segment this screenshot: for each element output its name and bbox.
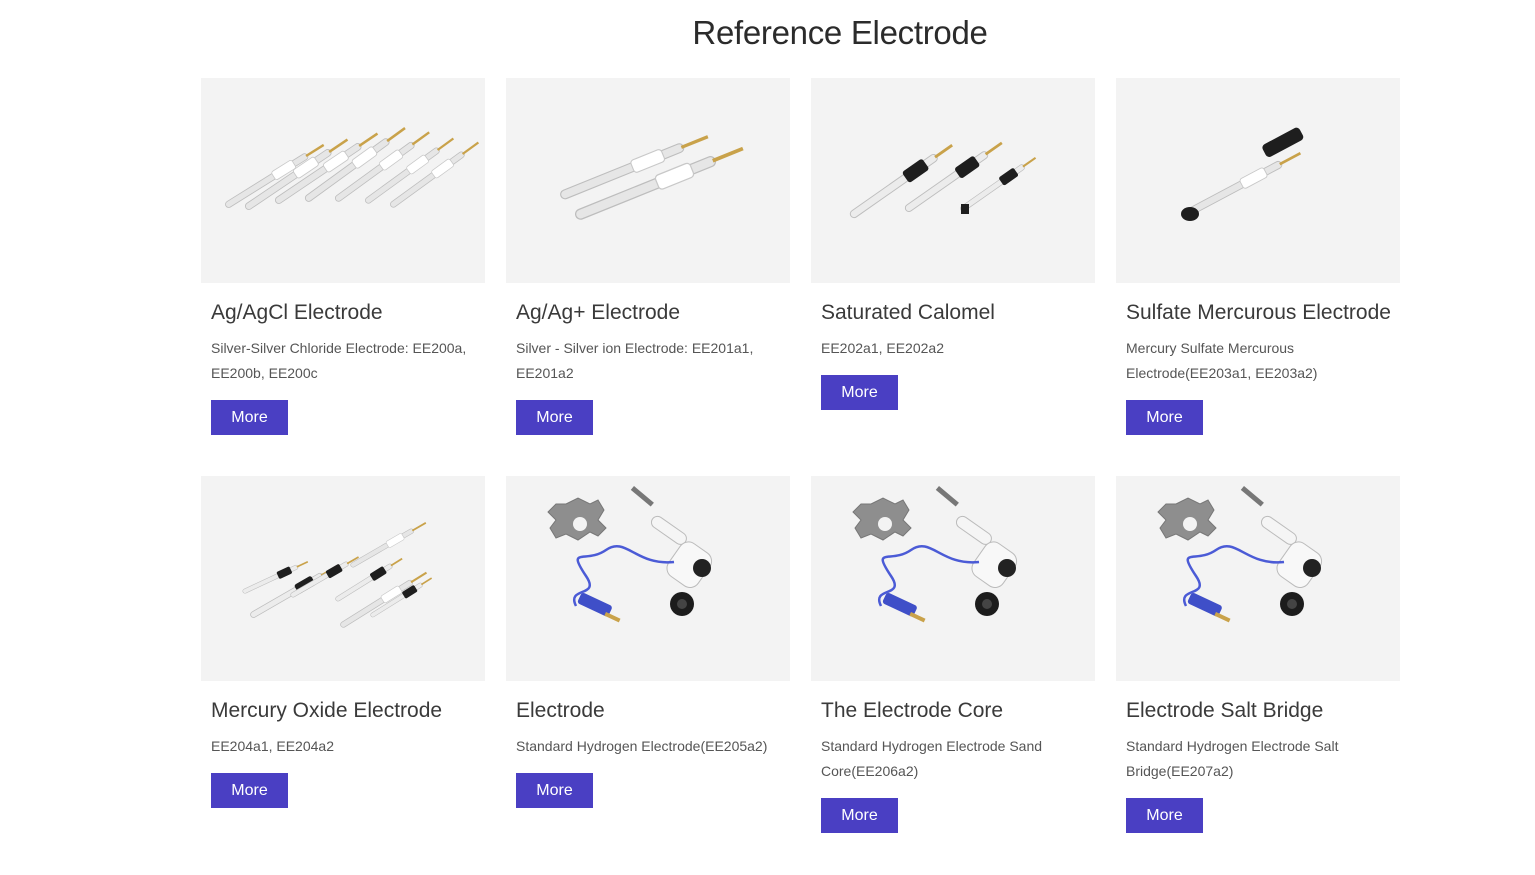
product-image[interactable] [811, 78, 1095, 283]
product-title: Electrode Salt Bridge [1126, 699, 1324, 722]
product-description: EE202a1, EE202a2 [821, 340, 944, 356]
product-description: Mercury Sulfate Mercurous Electrode(EE20… [1126, 340, 1318, 381]
more-button[interactable]: More [821, 798, 898, 833]
product-image[interactable] [506, 476, 790, 681]
more-button[interactable]: More [516, 400, 593, 435]
product-title: Ag/Ag+ Electrode [516, 301, 681, 324]
product-image[interactable] [811, 476, 1095, 681]
more-button[interactable]: More [1126, 400, 1203, 435]
product-image[interactable] [1116, 78, 1400, 283]
product-card-electrode-core: The Electrode Core Standard Hydrogen Ele… [811, 476, 1095, 833]
product-description: Standard Hydrogen Electrode Salt Bridge(… [1126, 738, 1339, 779]
product-description: Standard Hydrogen Electrode(EE205a2) [516, 738, 768, 754]
product-title: Saturated Calomel [821, 301, 995, 324]
product-title: Sulfate Mercurous Electrode [1126, 301, 1391, 324]
page-title: Reference Electrode [692, 14, 988, 51]
product-card-sulfate-mercurous: Sulfate Mercurous Electrode Mercury Sulf… [1116, 78, 1400, 435]
electrode-pair-icon [557, 129, 747, 224]
product-card-mercury-oxide: Mercury Oxide Electrode EE204a1, EE204a2… [201, 476, 485, 808]
product-description: Standard Hydrogen Electrode Sand Core(EE… [821, 738, 1043, 779]
product-title: The Electrode Core [821, 699, 1004, 722]
more-button[interactable]: More [516, 773, 593, 808]
product-image[interactable] [506, 78, 790, 283]
hydrogen-electrode-icon [1156, 484, 1327, 624]
hydrogen-electrode-icon [851, 484, 1022, 624]
more-button[interactable]: More [1126, 798, 1203, 833]
product-image[interactable] [201, 78, 485, 283]
product-title: Mercury Oxide Electrode [211, 699, 443, 722]
mercury-oxide-electrode-icon [241, 519, 434, 630]
product-description: Silver-Silver Chloride Electrode: EE200a… [211, 340, 467, 381]
more-button[interactable]: More [211, 400, 288, 435]
product-image[interactable] [1116, 476, 1400, 681]
product-card-ag-agcl: Ag/AgCl Electrode Silver-Silver Chloride… [201, 78, 485, 435]
electrode-set-icon [223, 123, 482, 213]
hydrogen-electrode-icon [546, 484, 717, 624]
more-button[interactable]: More [821, 375, 898, 410]
calomel-electrode-icon [846, 137, 1039, 222]
product-description: Silver - Silver ion Electrode: EE201a1, … [516, 340, 754, 381]
product-card-saturated-calomel: Saturated Calomel EE202a1, EE202a2 More [811, 78, 1095, 410]
product-description: EE204a1, EE204a2 [211, 738, 334, 754]
sulfate-electrode-icon [1181, 127, 1304, 221]
more-button[interactable]: More [211, 773, 288, 808]
product-title: Electrode [516, 699, 605, 722]
product-card-electrode: Electrode Standard Hydrogen Electrode(EE… [506, 476, 790, 808]
product-card-salt-bridge: Electrode Salt Bridge Standard Hydrogen … [1116, 476, 1400, 833]
product-card-ag-ag-plus: Ag/Ag+ Electrode Silver - Silver ion Ele… [506, 78, 790, 435]
product-title: Ag/AgCl Electrode [211, 301, 383, 324]
product-image[interactable] [201, 476, 485, 681]
